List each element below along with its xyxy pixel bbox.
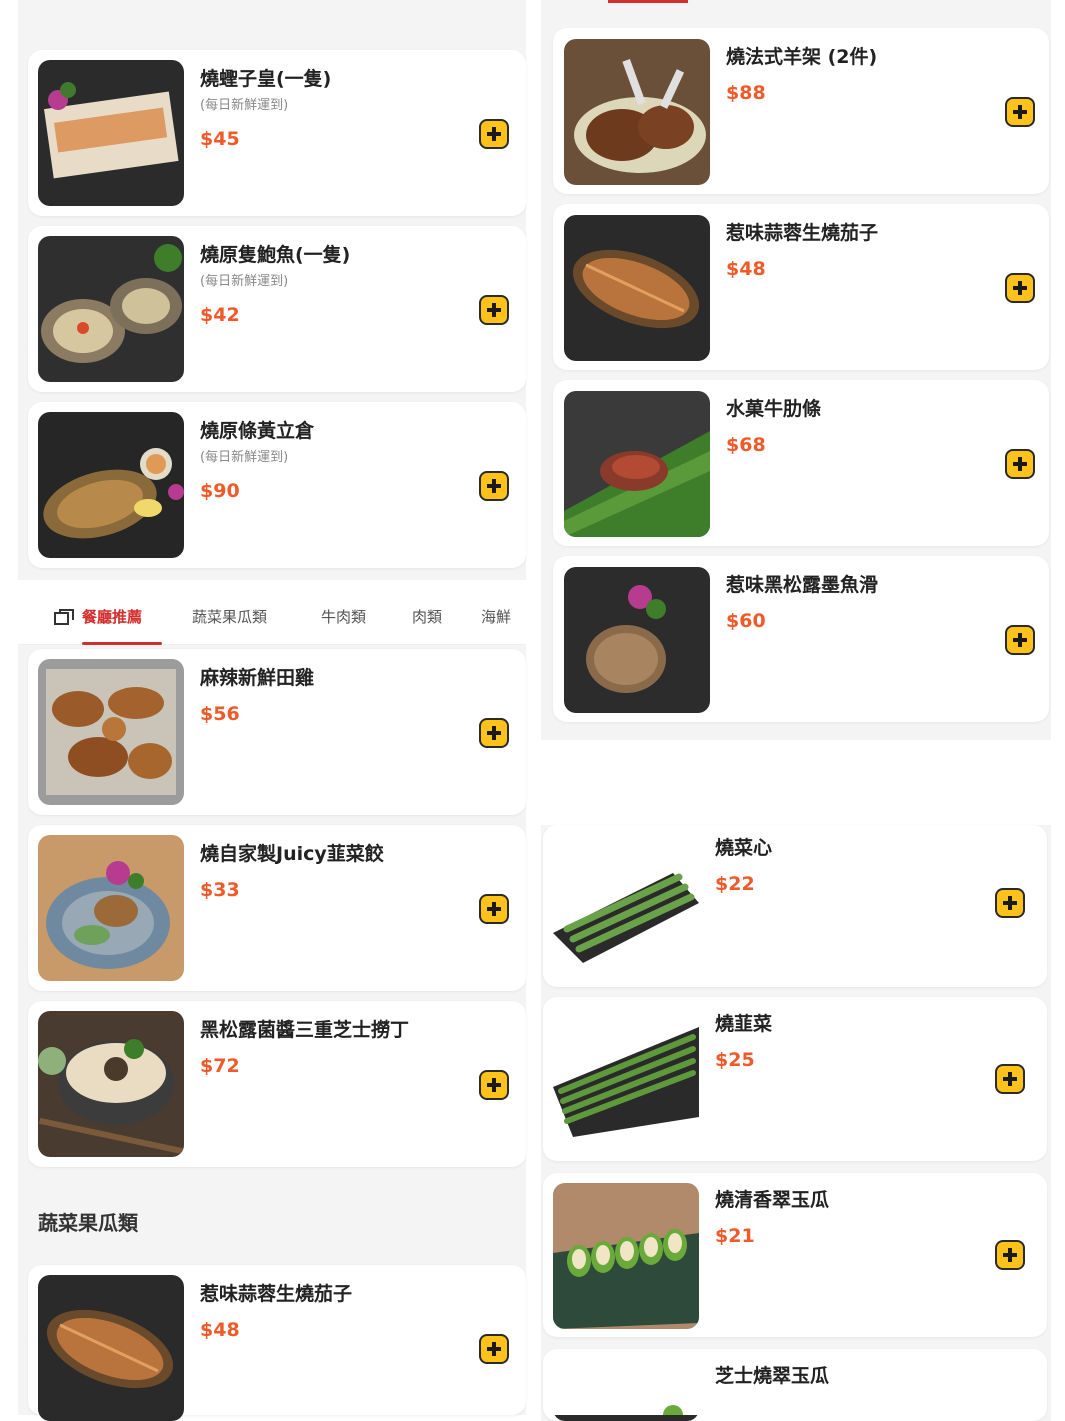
item-price: $90 (200, 480, 240, 502)
item-price: $22 (715, 873, 755, 895)
item-name: 燒清香翠玉瓜 (715, 1189, 830, 1211)
item-name: 燒菜心 (715, 837, 773, 859)
menu-item-card[interactable]: 芝士燒翠玉瓜 (543, 1349, 1047, 1421)
food-image (564, 567, 710, 713)
menu-item-card[interactable]: 水菓牛肋條 $68 (553, 380, 1049, 546)
item-name: 惹味蒜蓉生燒茄子 (200, 1283, 353, 1305)
tab-meat[interactable]: 肉類 (412, 606, 442, 627)
food-image (38, 236, 184, 382)
right-top-panel: 燒法式羊架 (2件) $88 惹味蒜蓉生燒茄子 $48 水菓牛肋條 $68 惹味… (541, 0, 1051, 740)
tab-beef[interactable]: 牛肉類 (321, 606, 366, 627)
item-price: $56 (200, 703, 240, 725)
item-name: 惹味黑松露墨魚滑 (726, 574, 879, 596)
tab-recommended[interactable]: 餐廳推薦 (82, 606, 142, 627)
category-tab-bar: 餐廳推薦 蔬菜果瓜類 牛肉類 肉類 海鮮 (18, 580, 526, 645)
item-name: 燒韮菜 (715, 1013, 773, 1035)
right-bottom-panel: 燒菜心 $22 燒韮菜 $25 燒清香翠玉瓜 $21 芝士燒翠玉瓜 (541, 825, 1051, 1421)
item-price: $60 (726, 610, 766, 632)
food-image (38, 835, 184, 981)
menu-item-card[interactable]: 燒蟶子皇(一隻) (每日新鮮運到) $45 (28, 50, 526, 216)
add-to-cart-button[interactable] (1005, 625, 1035, 655)
menu-item-card[interactable]: 燒清香翠玉瓜 $21 (543, 1173, 1047, 1337)
food-image (553, 1379, 699, 1421)
tab-seafood[interactable]: 海鮮 (481, 606, 511, 627)
food-image (38, 60, 184, 206)
item-price: $21 (715, 1225, 755, 1247)
item-price: $45 (200, 128, 240, 150)
item-name: 麻辣新鮮田雞 (200, 667, 315, 689)
item-price: $68 (726, 434, 766, 456)
menu-item-card[interactable]: 惹味蒜蓉生燒茄子 $48 (553, 204, 1049, 370)
menu-item-card[interactable]: 黑松露菌醬三重芝士撈丁 $72 (28, 1001, 526, 1167)
add-to-cart-button[interactable] (479, 295, 509, 325)
item-name: 黑松露菌醬三重芝士撈丁 (200, 1019, 410, 1041)
active-tab-indicator (608, 0, 688, 3)
item-note: (每日新鮮運到) (200, 450, 289, 465)
menu-item-card[interactable]: 燒原條黃立倉 (每日新鮮運到) $90 (28, 402, 526, 568)
food-image (564, 391, 710, 537)
add-to-cart-button[interactable] (479, 119, 509, 149)
menu-item-card[interactable]: 燒原隻鮑魚(一隻) (每日新鮮運到) $42 (28, 226, 526, 392)
food-image (38, 1011, 184, 1157)
add-to-cart-button[interactable] (479, 1070, 509, 1100)
food-image (553, 833, 699, 979)
add-to-cart-button[interactable] (1005, 449, 1035, 479)
food-image (38, 1275, 184, 1421)
menu-item-card[interactable]: 燒自家製Juicy韮菜餃 $33 (28, 825, 526, 991)
item-name: 燒原隻鮑魚(一隻) (200, 244, 351, 266)
tab-vegetables[interactable]: 蔬菜果瓜類 (192, 606, 267, 627)
menu-item-card[interactable]: 麻辣新鮮田雞 $56 (28, 649, 526, 815)
item-price: $42 (200, 304, 240, 326)
add-to-cart-button[interactable] (995, 1064, 1025, 1094)
item-price: $88 (726, 82, 766, 104)
item-name: 燒自家製Juicy韮菜餃 (200, 843, 384, 865)
menu-item-card[interactable]: 惹味黑松露墨魚滑 $60 (553, 556, 1049, 722)
item-name: 芝士燒翠玉瓜 (715, 1365, 830, 1387)
food-image (564, 39, 710, 185)
item-price: $48 (200, 1319, 240, 1341)
add-to-cart-button[interactable] (1005, 97, 1035, 127)
add-to-cart-button[interactable] (479, 1334, 509, 1364)
add-to-cart-button[interactable] (479, 471, 509, 501)
food-image (564, 215, 710, 361)
menu-item-card[interactable]: 燒法式羊架 (2件) $88 (553, 28, 1049, 194)
section-title: 蔬菜果瓜類 (38, 1211, 138, 1235)
item-price: $33 (200, 879, 240, 901)
item-name: 燒蟶子皇(一隻) (200, 68, 332, 90)
add-to-cart-button[interactable] (995, 1240, 1025, 1270)
item-note: (每日新鮮運到) (200, 274, 289, 289)
item-note: (每日新鮮運到) (200, 98, 289, 113)
food-image (38, 412, 184, 558)
item-name: 燒原條黃立倉 (200, 420, 315, 442)
menu-icon (54, 609, 74, 625)
item-price: $25 (715, 1049, 755, 1071)
food-image (38, 659, 184, 805)
menu-item-card[interactable]: 燒韮菜 $25 (543, 997, 1047, 1161)
item-name: 惹味蒜蓉生燒茄子 (726, 222, 879, 244)
food-image (553, 1007, 699, 1153)
add-to-cart-button[interactable] (479, 718, 509, 748)
item-name: 燒法式羊架 (2件) (726, 46, 878, 68)
add-to-cart-button[interactable] (995, 888, 1025, 918)
menu-item-card[interactable]: 惹味蒜蓉生燒茄子 $48 (28, 1265, 526, 1421)
add-to-cart-button[interactable] (1005, 273, 1035, 303)
add-to-cart-button[interactable] (479, 894, 509, 924)
food-image (553, 1183, 699, 1329)
item-price: $72 (200, 1055, 240, 1077)
item-name: 水菓牛肋條 (726, 398, 822, 420)
left-bottom-panel: 麻辣新鮮田雞 $56 燒自家製Juicy韮菜餃 $33 黑松露菌醬三重芝士撈丁 … (18, 645, 526, 1421)
item-price: $48 (726, 258, 766, 280)
left-top-panel: 燒蟶子皇(一隻) (每日新鮮運到) $45 燒原隻鮑魚(一隻) (每日新鮮運到)… (18, 0, 526, 580)
menu-item-card[interactable]: 燒菜心 $22 (543, 825, 1047, 987)
